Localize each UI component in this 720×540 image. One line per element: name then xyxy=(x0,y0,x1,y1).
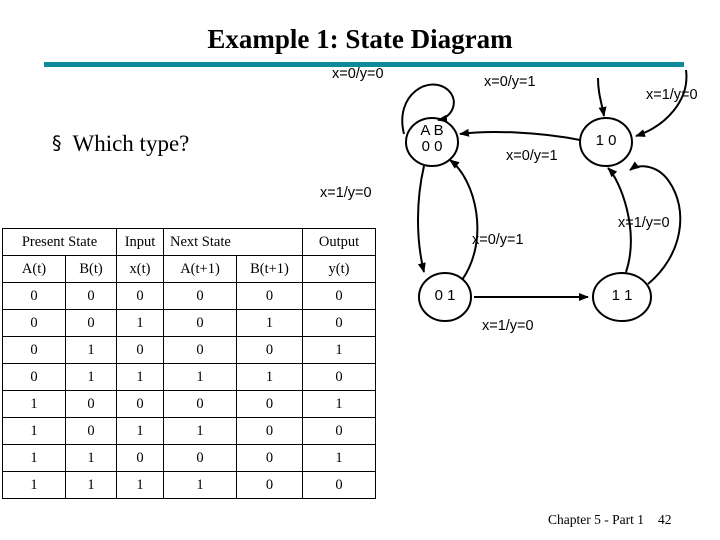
page-title: Example 1: State Diagram xyxy=(207,24,513,54)
cell-a: 1 xyxy=(2,390,66,418)
state-label-10-value: 1 0 xyxy=(595,132,617,149)
cell-b: 0 xyxy=(65,417,117,445)
cell-an: 0 xyxy=(163,282,237,310)
cell-bn: 0 xyxy=(236,390,303,418)
state-label-01-value: 0 1 xyxy=(434,287,456,304)
cell-x: 0 xyxy=(116,444,164,472)
state-diagram-graphics xyxy=(401,69,688,322)
section-mark-icon: § xyxy=(52,132,62,154)
cell-y: 1 xyxy=(302,444,376,472)
edge-00-to-01 xyxy=(417,165,426,273)
subheader-b-t1: B(t+1) xyxy=(236,255,303,283)
cell-x: 1 xyxy=(116,471,164,499)
state-diagram: A B 0 0 1 0 0 1 1 1 x=0/y=0 x=0/y=1 x=1/… xyxy=(320,60,720,360)
edge-label-11-to-10: x=1/y=0 xyxy=(618,215,670,231)
state-label-11-value: 1 1 xyxy=(611,287,633,304)
cell-y: 1 xyxy=(302,390,376,418)
cell-an: 1 xyxy=(163,417,237,445)
cell-x: 0 xyxy=(116,282,164,310)
cell-a: 1 xyxy=(2,471,66,499)
cell-an: 0 xyxy=(163,390,237,418)
cell-bn: 0 xyxy=(236,417,303,445)
table-row: 1 0 0 0 0 1 xyxy=(2,390,376,418)
table-header-row: Present State Input Next State Output xyxy=(2,228,376,256)
state-table: Present State Input Next State Output A(… xyxy=(2,228,376,499)
cell-y: 0 xyxy=(302,282,376,310)
subheader-x-t: x(t) xyxy=(116,255,164,283)
slide: Example 1: State Diagram § Which type? Pr… xyxy=(0,0,720,540)
edge-01-to-00 xyxy=(449,159,479,281)
cell-a: 0 xyxy=(2,282,66,310)
edge-label-00-to-01: x=1/y=0 xyxy=(320,185,372,201)
cell-a: 0 xyxy=(2,363,66,391)
cell-b: 1 xyxy=(65,444,117,472)
cell-bn: 0 xyxy=(236,471,303,499)
edge-label-top-left: x=0/y=0 xyxy=(332,66,384,82)
subheader-b-t: B(t) xyxy=(65,255,117,283)
cell-a: 0 xyxy=(2,336,66,364)
cell-b: 1 xyxy=(65,336,117,364)
footer-chapter: Chapter 5 - Part 1 xyxy=(548,512,644,527)
cell-an: 1 xyxy=(163,471,237,499)
table-row: 0 0 0 0 0 0 xyxy=(2,282,376,310)
edge-10-to-00 xyxy=(459,128,581,141)
cell-b: 0 xyxy=(65,390,117,418)
header-output: Output xyxy=(302,228,376,256)
cell-b: 1 xyxy=(65,363,117,391)
cell-x: 1 xyxy=(116,417,164,445)
state-label-00-header: A B xyxy=(420,122,444,139)
cell-an: 0 xyxy=(163,309,237,337)
table-row: 1 1 0 0 0 1 xyxy=(2,444,376,472)
cell-y: 1 xyxy=(302,336,376,364)
cell-x: 0 xyxy=(116,336,164,364)
edge-label-bottom: x=1/y=0 xyxy=(482,318,534,334)
cell-a: 0 xyxy=(2,309,66,337)
edge-label-center: x=0/y=1 xyxy=(472,232,524,248)
bullet-text: Which type? xyxy=(72,131,190,156)
footer: Chapter 5 - Part 1 42 xyxy=(548,512,671,528)
cell-y: 0 xyxy=(302,471,376,499)
cell-bn: 0 xyxy=(236,444,303,472)
cell-y: 0 xyxy=(302,363,376,391)
cell-an: 1 xyxy=(163,363,237,391)
edge-label-10-to-00: x=0/y=1 xyxy=(506,148,558,164)
header-input: Input xyxy=(116,228,164,256)
bullet-item: § Which type? xyxy=(52,131,189,157)
table-subheader-row: A(t) B(t) x(t) A(t+1) B(t+1) y(t) xyxy=(2,255,376,283)
table-row: 1 0 1 1 0 0 xyxy=(2,417,376,445)
table-row: 0 1 0 0 0 1 xyxy=(2,336,376,364)
cell-a: 1 xyxy=(2,417,66,445)
cell-y: 0 xyxy=(302,417,376,445)
table-row: 0 0 1 0 1 0 xyxy=(2,309,376,337)
cell-an: 0 xyxy=(163,336,237,364)
footer-page-number: 42 xyxy=(657,512,672,527)
table-row: 1 1 1 1 0 0 xyxy=(2,471,376,499)
header-present-state: Present State xyxy=(2,228,117,256)
cell-x: 1 xyxy=(116,309,164,337)
edge-top-right-into-10 xyxy=(635,69,688,137)
edge-label-top-right: x=1/y=0 xyxy=(646,87,698,103)
cell-bn: 1 xyxy=(236,309,303,337)
edge-label-top-mid: x=0/y=1 xyxy=(484,74,536,90)
state-label-00-value: 0 0 xyxy=(421,138,443,155)
cell-bn: 1 xyxy=(236,363,303,391)
cell-an: 0 xyxy=(163,444,237,472)
cell-a: 1 xyxy=(2,444,66,472)
subheader-a-t1: A(t+1) xyxy=(163,255,237,283)
edge-top-into-10 xyxy=(597,77,607,117)
cell-bn: 0 xyxy=(236,336,303,364)
cell-b: 0 xyxy=(65,282,117,310)
subheader-a-t: A(t) xyxy=(2,255,66,283)
cell-x: 1 xyxy=(116,363,164,391)
cell-b: 0 xyxy=(65,309,117,337)
cell-y: 0 xyxy=(302,309,376,337)
subheader-y-t: y(t) xyxy=(302,255,376,283)
cell-bn: 0 xyxy=(236,282,303,310)
table-row: 0 1 1 1 1 0 xyxy=(2,363,376,391)
cell-b: 1 xyxy=(65,471,117,499)
header-next-state: Next State xyxy=(163,228,303,256)
cell-x: 0 xyxy=(116,390,164,418)
